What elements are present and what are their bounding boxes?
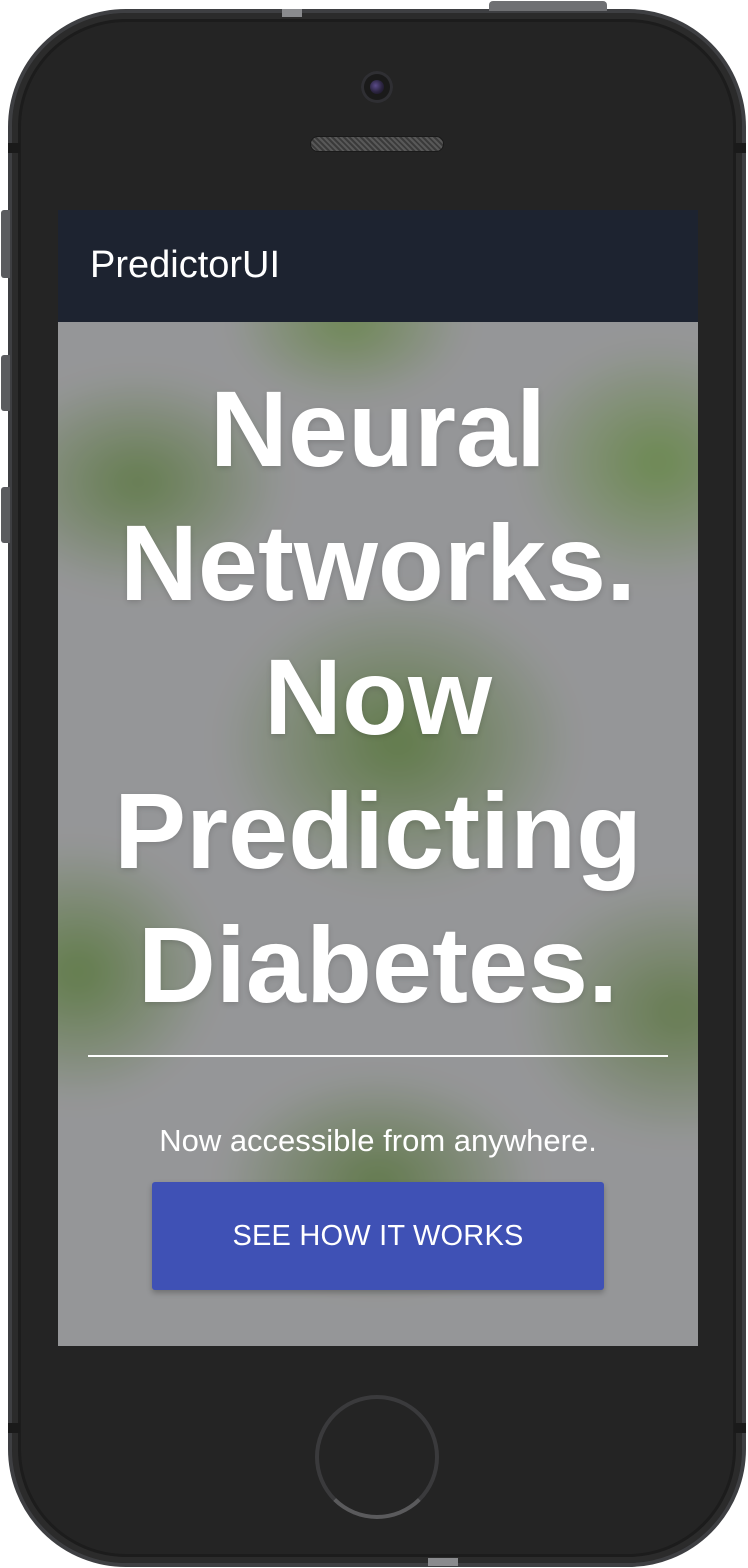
hero-divider <box>88 1055 668 1057</box>
mute-switch <box>1 210 10 278</box>
front-camera-icon <box>361 71 393 103</box>
antenna-band <box>8 1423 20 1433</box>
top-navbar: PredictorUI <box>58 210 698 322</box>
antenna-band <box>282 9 302 17</box>
volume-up-button <box>1 355 10 411</box>
hero-tagline: Now accessible from anywhere. <box>159 1123 597 1158</box>
see-how-it-works-button[interactable]: SEE HOW IT WORKS <box>152 1182 604 1290</box>
brand-logo-link[interactable]: PredictorUI <box>90 240 280 290</box>
phone-screen: PredictorUI Neural Networks. Now Predict… <box>58 210 698 1346</box>
volume-down-button <box>1 487 10 543</box>
headline-line: Diabetes. <box>137 904 619 1025</box>
antenna-band <box>8 143 20 153</box>
headline-line: Networks. <box>119 502 637 623</box>
antenna-band <box>734 1423 746 1433</box>
hero-section: Neural Networks. Now Predicting Diabetes… <box>58 322 698 1346</box>
home-button[interactable] <box>315 1395 439 1519</box>
hero-headline: Neural Networks. Now Predicting Diabetes… <box>58 362 698 1032</box>
headline-line: Now <box>264 636 492 757</box>
antenna-band <box>734 143 746 153</box>
antenna-band <box>428 1558 458 1566</box>
earpiece-speaker-icon <box>310 136 444 152</box>
power-button <box>489 1 607 11</box>
headline-line: Neural <box>209 368 547 489</box>
headline-line: Predicting <box>113 770 643 891</box>
